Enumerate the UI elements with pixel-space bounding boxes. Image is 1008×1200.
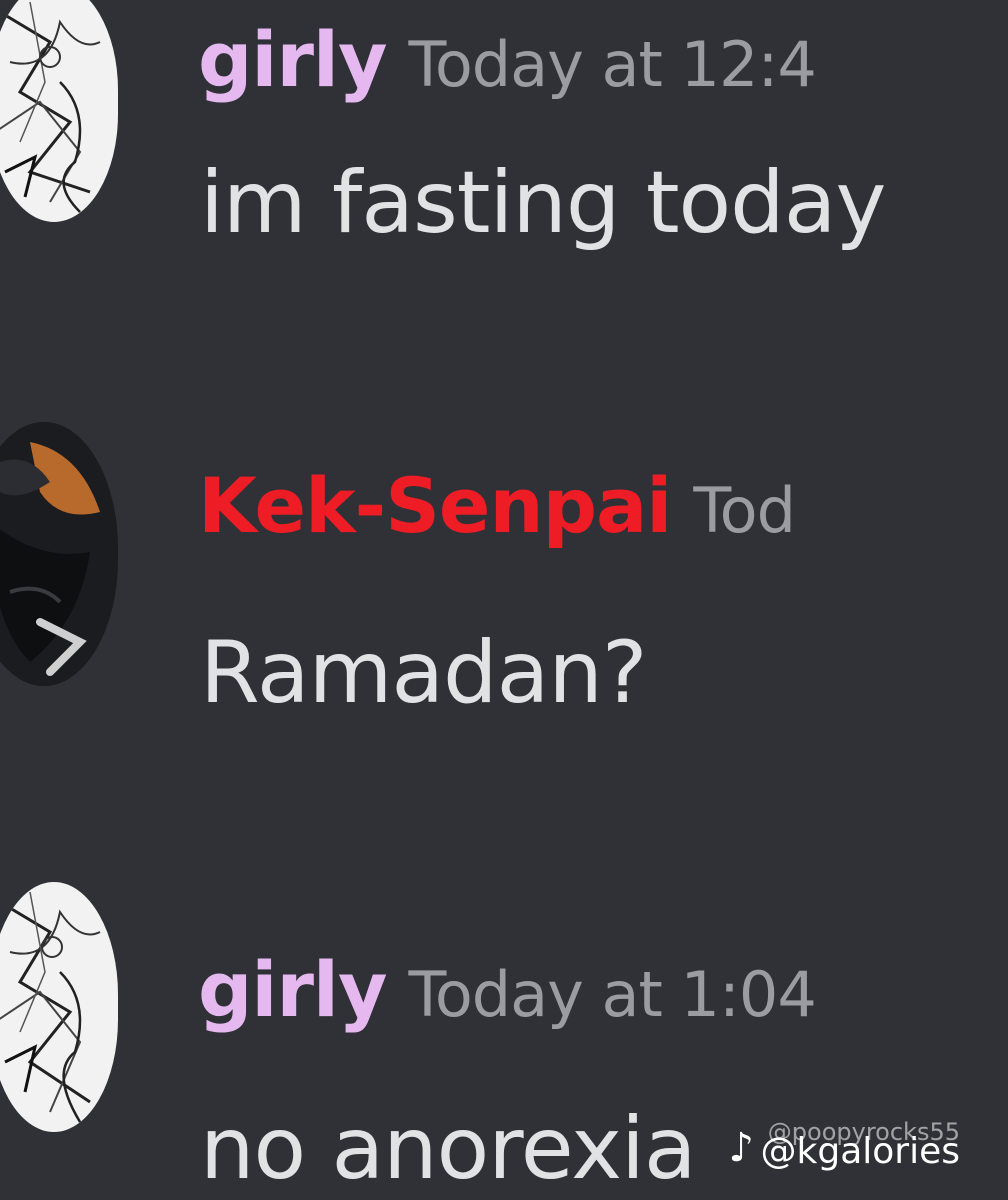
message-2: Kek-Senpai Tod Ramadan? (0, 400, 1008, 716)
author-name[interactable]: girly (198, 945, 388, 1034)
message-header: girly Today at 12:4 (198, 22, 817, 101)
timestamp: Tod (693, 474, 796, 547)
tiktok-icon: ♪ (728, 1125, 754, 1171)
message-header: Kek-Senpai Tod (198, 468, 796, 547)
watermark-username-2: @kgalories (760, 1131, 961, 1172)
message-content: Ramadan? (200, 623, 647, 723)
manga-art-icon (0, 891, 101, 1123)
message-content: im fasting today (200, 153, 886, 253)
chat-log: girly Today at 12:4 im fasting today Kek-… (0, 0, 1008, 1200)
message-3: girly Today at 1:04 no anorexia (0, 860, 1008, 1192)
user-avatar-kek-senpai[interactable] (0, 422, 118, 686)
author-name[interactable]: girly (198, 15, 388, 104)
manga-art-icon (0, 1, 101, 213)
user-avatar-girly[interactable] (0, 0, 118, 222)
user-avatar-girly[interactable] (0, 882, 118, 1132)
message-header: girly Today at 1:04 (198, 952, 817, 1031)
message-1: girly Today at 12:4 im fasting today (0, 0, 1008, 300)
anime-character-icon (0, 422, 118, 686)
message-content: no anorexia (200, 1099, 697, 1199)
timestamp: Today at 1:04 (408, 958, 817, 1031)
author-name[interactable]: Kek-Senpai (198, 461, 672, 550)
tiktok-watermark: ♪ @poopyrocks55 @kgalories (716, 1118, 986, 1174)
timestamp: Today at 12:4 (408, 28, 817, 101)
